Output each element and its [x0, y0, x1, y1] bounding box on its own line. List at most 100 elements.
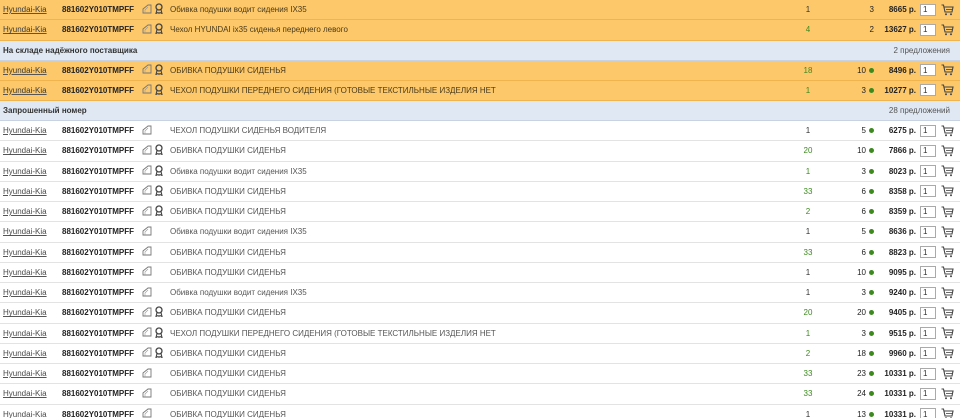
cart-icon[interactable] [941, 283, 955, 302]
delivery-days-value: 13 [857, 409, 866, 418]
table-row: Hyundai-Kia 881602Y010TMPFF ОБИВКА ПОДУШКИ… [0, 60, 960, 81]
price: 9960 р. [888, 348, 916, 358]
brand-link[interactable]: Hyundai-Kia [3, 121, 47, 140]
quantity-input[interactable] [920, 124, 936, 137]
available-quantity: 20 [803, 146, 813, 156]
price: 10331 р. [884, 389, 916, 399]
delivery-days-value: 10 [857, 267, 866, 277]
cart-icon[interactable] [941, 384, 955, 403]
section-header-reliable: На складе надёжного поставщика 2 предлож… [0, 40, 960, 61]
table-row: Hyundai-Kia 881602Y010TMPFF ЧЕХОЛ ПОДУШКИ … [0, 121, 960, 142]
delivery-days: 10 [834, 263, 874, 282]
table-row: Hyundai-Kia 881602Y010TMPFF Обивка подушки… [0, 0, 960, 21]
quantity-input[interactable] [920, 144, 936, 157]
cart-icon[interactable] [941, 222, 955, 241]
cart-icon[interactable] [941, 61, 955, 80]
offer-icons [142, 121, 164, 140]
part-description: ЧЕХОЛ ПОДУШКИ СИДЕНЬЯ ВОДИТЕЛЯ [170, 126, 327, 136]
price: 9095 р. [888, 267, 916, 277]
offer-icons [142, 0, 164, 19]
price: 8496 р. [888, 65, 916, 75]
delivery-days: 10 [834, 141, 874, 160]
offer-icons [142, 324, 164, 343]
quantity-input[interactable] [920, 266, 936, 279]
brand-link[interactable]: Hyundai-Kia [3, 162, 47, 181]
offer-icons [142, 384, 164, 403]
available-quantity: 18 [803, 65, 813, 75]
top-offers-group: Hyundai-Kia 881602Y010TMPFF Обивка подушки… [0, 0, 960, 41]
quantity-input[interactable] [920, 84, 936, 97]
delivery-days-value: 6 [861, 247, 866, 257]
quantity-input[interactable] [920, 225, 936, 238]
part-description: ОБИВКА ПОДУШКИ СИДЕНЬЯ [170, 267, 286, 277]
brand-link[interactable]: Hyundai-Kia [3, 384, 47, 403]
brand-link[interactable]: Hyundai-Kia [3, 364, 47, 383]
brand-link[interactable]: Hyundai-Kia [3, 303, 47, 322]
quantity-input[interactable] [920, 3, 936, 16]
cart-icon[interactable] [941, 243, 955, 262]
available-quantity: 2 [805, 348, 811, 358]
quantity-input[interactable] [920, 165, 936, 178]
brand-link[interactable]: Hyundai-Kia [3, 61, 47, 80]
cart-icon[interactable] [941, 162, 955, 181]
quantity-input[interactable] [920, 347, 936, 360]
brand-link[interactable]: Hyundai-Kia [3, 81, 47, 100]
table-row: Hyundai-Kia 881602Y010TMPFF Чехол HYUNDAI … [0, 20, 960, 41]
brand-link[interactable]: Hyundai-Kia [3, 263, 47, 282]
brand-link[interactable]: Hyundai-Kia [3, 20, 47, 39]
offer-icons [142, 283, 164, 302]
brand-link[interactable]: Hyundai-Kia [3, 283, 47, 302]
cart-icon[interactable] [941, 405, 955, 418]
quantity-field [920, 202, 936, 221]
delivery-days: 5 [834, 121, 874, 140]
quantity-input[interactable] [920, 205, 936, 218]
section-header-requested: Запрошенный номер 28 предложений [0, 101, 960, 121]
quantity-input[interactable] [920, 246, 936, 259]
quantity-input[interactable] [920, 185, 936, 198]
quantity-input[interactable] [920, 327, 936, 340]
cart-icon[interactable] [941, 81, 955, 100]
delivery-days: 24 [834, 384, 874, 403]
box-icon [142, 246, 152, 258]
quantity-input[interactable] [920, 23, 936, 36]
cart-icon[interactable] [941, 303, 955, 322]
brand-link[interactable]: Hyundai-Kia [3, 344, 47, 363]
brand-link[interactable]: Hyundai-Kia [3, 405, 47, 418]
cart-icon[interactable] [941, 121, 955, 140]
cart-icon[interactable] [941, 20, 955, 39]
delivery-days: 6 [834, 243, 874, 262]
cart-icon[interactable] [941, 364, 955, 383]
part-description: ОБИВКА ПОДУШКИ СИДЕНЬЯ [170, 308, 286, 318]
cart-icon[interactable] [941, 0, 955, 19]
available-quantity: 4 [805, 25, 811, 35]
cart-icon[interactable] [941, 141, 955, 160]
cart-icon[interactable] [941, 344, 955, 363]
delivery-days: 3 [834, 81, 874, 100]
cart-icon[interactable] [941, 202, 955, 221]
cart-icon[interactable] [941, 324, 955, 343]
cart-icon[interactable] [941, 182, 955, 201]
quantity-input[interactable] [920, 408, 936, 418]
cart-icon[interactable] [941, 263, 955, 282]
brand-link[interactable]: Hyundai-Kia [3, 182, 47, 201]
brand-link[interactable]: Hyundai-Kia [3, 0, 47, 19]
quantity-input[interactable] [920, 387, 936, 400]
brand-link[interactable]: Hyundai-Kia [3, 222, 47, 241]
quantity-input[interactable] [920, 367, 936, 380]
available-quantity: 33 [803, 369, 813, 379]
quantity-input[interactable] [920, 286, 936, 299]
brand-link[interactable]: Hyundai-Kia [3, 324, 47, 343]
quantity-input[interactable] [920, 306, 936, 319]
quantity-field [920, 384, 936, 403]
brand-link[interactable]: Hyundai-Kia [3, 141, 47, 160]
box-icon [142, 206, 152, 218]
part-description: Обивка подушки водит сидения IX35 [170, 227, 307, 237]
brand-link[interactable]: Hyundai-Kia [3, 243, 47, 262]
delivery-days: 13 [834, 405, 874, 418]
price: 8359 р. [888, 207, 916, 217]
brand-link[interactable]: Hyundai-Kia [3, 202, 47, 221]
offer-icons [142, 344, 164, 363]
quantity-input[interactable] [920, 64, 936, 77]
delivery-days-value: 3 [861, 288, 866, 298]
available-quantity: 1 [805, 126, 811, 136]
